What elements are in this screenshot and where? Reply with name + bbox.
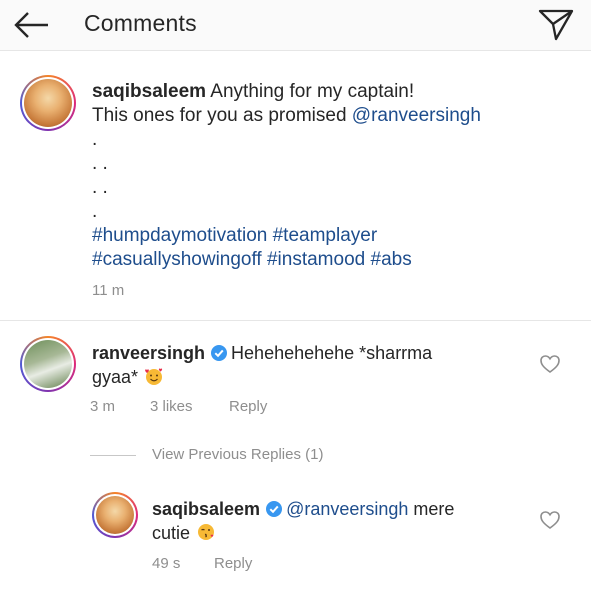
verified-badge-icon bbox=[266, 501, 283, 517]
dots-line: . bbox=[92, 201, 98, 222]
page-title: Comments bbox=[84, 10, 197, 36]
caption-line: Anything for my captain! bbox=[206, 81, 415, 102]
view-previous-replies-label[interactable]: View Previous Replies (1) bbox=[152, 446, 323, 463]
likes-count-link[interactable]: 3 likes bbox=[150, 398, 193, 415]
avatar[interactable] bbox=[20, 336, 76, 392]
hashtag-link[interactable]: #teamplayer bbox=[273, 225, 378, 246]
reply-text: saqibsaleem @ranveersingh mere cutie bbox=[152, 497, 522, 545]
comment-timestamp: 3 m bbox=[90, 398, 116, 415]
caption-line: This ones for you as promised bbox=[92, 105, 352, 126]
reply-button[interactable]: Reply bbox=[214, 555, 252, 572]
top-bar: Comments bbox=[0, 0, 591, 51]
arrow-left-icon[interactable] bbox=[12, 9, 52, 41]
reply-timestamp: 49 s bbox=[152, 555, 181, 572]
hashtag-link[interactable]: #instamood bbox=[267, 249, 365, 270]
dots-line: . . bbox=[92, 177, 108, 198]
hashtag-link[interactable]: #humpdaymotivation bbox=[92, 225, 267, 246]
reply-line: mere bbox=[408, 499, 455, 519]
mention-link[interactable]: @ranveersingh bbox=[286, 499, 408, 519]
divider bbox=[0, 320, 591, 321]
smiling-face-with-hearts-icon bbox=[145, 368, 163, 385]
caption-timestamp: 11 m bbox=[92, 282, 125, 299]
caption-text: saqibsaleem Anything for my captain! Thi… bbox=[92, 80, 562, 272]
face-blowing-kiss-icon bbox=[198, 524, 215, 540]
reply-line: cutie bbox=[152, 523, 191, 543]
avatar[interactable] bbox=[92, 492, 138, 538]
mention-link[interactable]: @ranveersingh bbox=[352, 105, 481, 126]
comment-line: gyaa* bbox=[92, 367, 139, 387]
hashtag-link[interactable]: #casuallyshowingoff bbox=[92, 249, 262, 270]
avatar[interactable] bbox=[20, 75, 76, 131]
heart-icon[interactable] bbox=[539, 510, 561, 530]
username-link[interactable]: saqibsaleem bbox=[152, 499, 260, 519]
direct-send-icon[interactable] bbox=[536, 7, 576, 43]
dots-line: . bbox=[92, 129, 98, 150]
reply-button[interactable]: Reply bbox=[229, 398, 267, 415]
dots-line: . . bbox=[92, 153, 108, 174]
verified-badge-icon bbox=[211, 345, 228, 361]
username-link[interactable]: saqibsaleem bbox=[92, 81, 206, 102]
divider bbox=[90, 455, 136, 456]
comment-text: ranveersingh Hehehehehehe *sharrma gyaa* bbox=[92, 341, 512, 389]
username-link[interactable]: ranveersingh bbox=[92, 343, 205, 363]
comment-line: Hehehehehehe *sharrma bbox=[231, 343, 433, 363]
hashtag-link[interactable]: #abs bbox=[371, 249, 412, 270]
heart-icon[interactable] bbox=[539, 354, 561, 374]
